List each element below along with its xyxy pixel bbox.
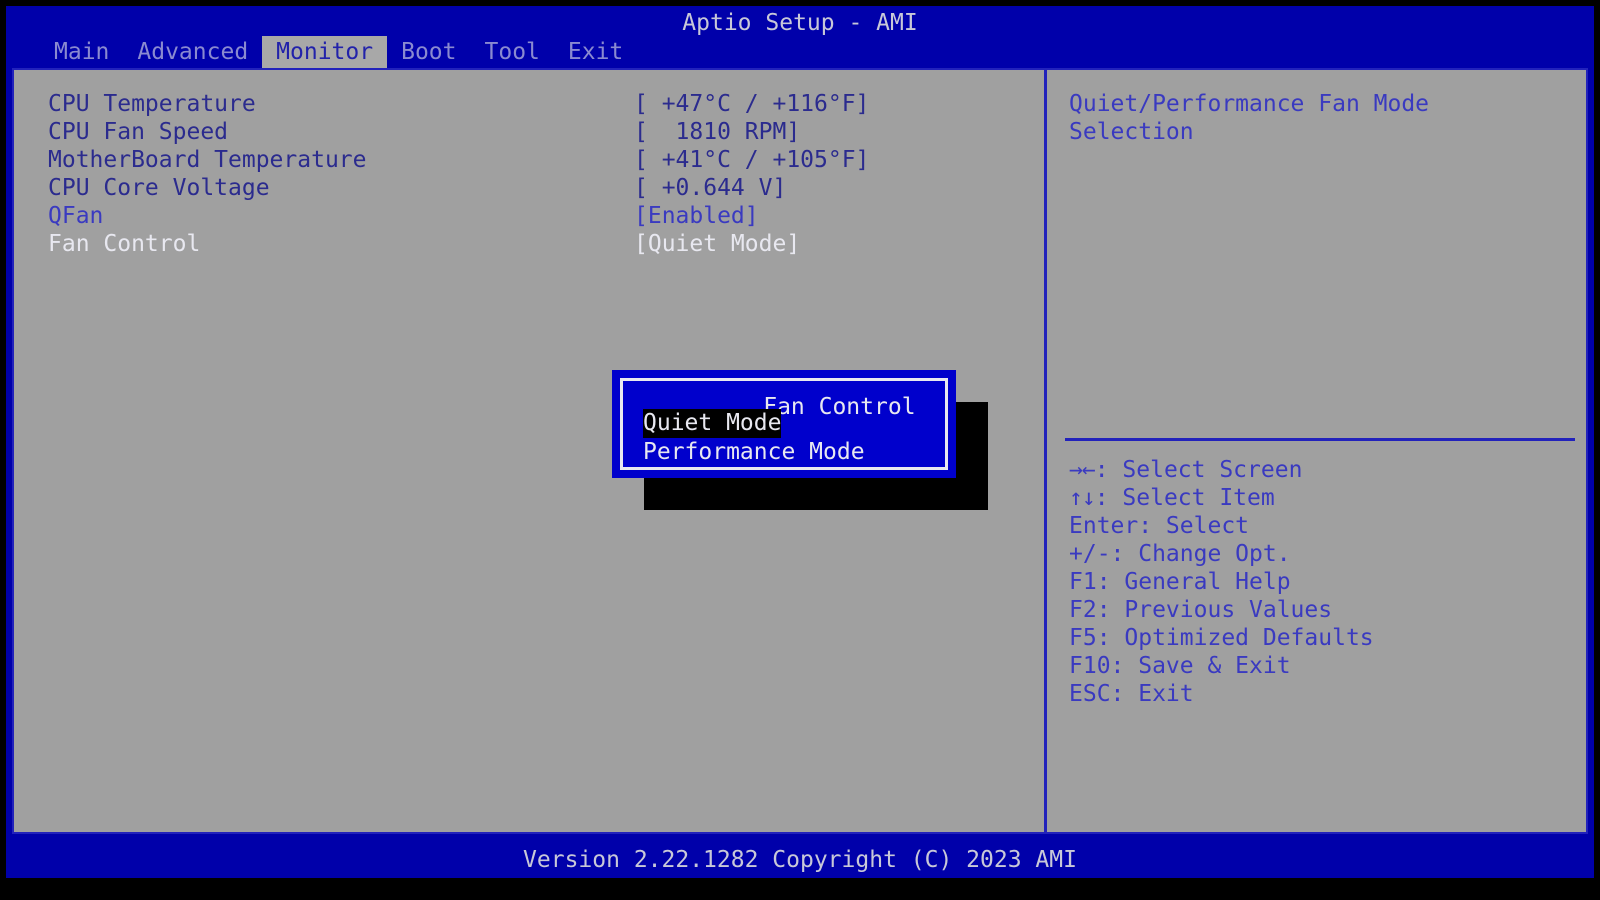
key-legend-item: →←: Select Screen (1069, 456, 1374, 484)
tab-exit[interactable]: Exit (554, 36, 637, 68)
key-legend-item: ↑↓: Select Item (1069, 484, 1374, 512)
fan-control-popup[interactable]: Fan Control Quiet Mode Performance Mode (612, 370, 956, 478)
bios-setup-screen: Aptio Setup - AMI Main Advanced Monitor Boo… (0, 0, 1600, 900)
setting-value: [ +41°C / +105°F] (634, 147, 870, 173)
key-legend-label: : Select Screen (1094, 457, 1303, 483)
setting-row[interactable]: QFan [Enabled] (14, 202, 1044, 230)
tab-monitor[interactable]: Monitor (262, 36, 388, 68)
setting-label: QFan (48, 203, 104, 229)
tab-advanced[interactable]: Advanced (123, 36, 262, 68)
key-legend-item: Enter: Select (1069, 512, 1374, 540)
help-panel: Quiet/Performance Fan Mode Selection →←:… (1047, 70, 1586, 832)
setting-label: CPU Fan Speed (48, 119, 229, 145)
setting-label: Fan Control (48, 231, 201, 257)
setting-row[interactable]: CPU Fan Speed [ 1810 RPM] (14, 118, 1044, 146)
setting-label: MotherBoard Temperature (48, 147, 367, 173)
key-legend-label: Enter: Select (1069, 513, 1250, 539)
popup-option-row[interactable]: Performance Mode (643, 438, 935, 467)
help-description: Quiet/Performance Fan Mode Selection (1069, 91, 1430, 145)
key-legend-item: F1: General Help (1069, 568, 1374, 596)
arrow-keys-icon: ↑↓ (1069, 485, 1096, 511)
key-legend-item: F10: Save & Exit (1069, 652, 1374, 680)
key-legend-label: F2: Previous Values (1069, 597, 1333, 623)
key-legend-item: F5: Optimized Defaults (1069, 624, 1374, 652)
key-legend-label: F1: General Help (1069, 569, 1291, 595)
key-legend-label: ESC: Exit (1069, 681, 1194, 707)
menu-tab-bar[interactable]: Main Advanced Monitor Boot Tool Exit (40, 36, 637, 68)
popup-option[interactable]: Quiet Mode (643, 409, 782, 438)
key-legend-item: ESC: Exit (1069, 680, 1374, 708)
setting-label: CPU Temperature (48, 91, 256, 117)
tab-tool[interactable]: Tool (471, 36, 554, 68)
page-title: Aptio Setup - AMI (682, 10, 918, 36)
tab-boot[interactable]: Boot (387, 36, 470, 68)
setting-row[interactable]: CPU Temperature [ +47°C / +116°F] (14, 90, 1044, 118)
key-legend-label: F10: Save & Exit (1069, 653, 1291, 679)
setting-value[interactable]: [Quiet Mode] (634, 230, 800, 258)
key-legend-item: F2: Previous Values (1069, 596, 1374, 624)
popup-option-list[interactable]: Quiet Mode Performance Mode (643, 409, 935, 467)
setting-row[interactable]: MotherBoard Temperature [ +41°C / +105°F] (14, 146, 1044, 174)
help-separator (1065, 438, 1575, 441)
popup-option-row[interactable]: Quiet Mode (643, 409, 935, 438)
key-legend-label: : Select Item (1094, 485, 1275, 511)
arrow-keys-icon: →← (1069, 457, 1096, 483)
key-legend: →←: Select Screen ↑↓: Select Item Enter: S… (1069, 456, 1374, 708)
popup-border: Fan Control Quiet Mode Performance Mode (620, 378, 948, 470)
setting-value: [ +47°C / +116°F] (634, 91, 870, 117)
setting-value: [ 1810 RPM] (634, 119, 801, 145)
key-legend-label: F5: Optimized Defaults (1069, 625, 1374, 651)
key-legend-item: +/-: Change Opt. (1069, 540, 1374, 568)
setting-label: CPU Core Voltage (48, 175, 270, 201)
key-legend-label: +/-: Change Opt. (1069, 541, 1291, 567)
setting-value: [ +0.644 V] (634, 175, 787, 201)
setting-row[interactable]: Fan Control [Quiet Mode] (14, 230, 1044, 258)
popup-option[interactable]: Performance Mode (643, 438, 865, 467)
setting-row[interactable]: CPU Core Voltage [ +0.644 V] (14, 174, 1044, 202)
setting-value[interactable]: [Enabled] (634, 202, 759, 230)
footer-version: Version 2.22.1282 Copyright (C) 2023 AMI (6, 845, 1594, 876)
tab-main[interactable]: Main (40, 36, 123, 68)
